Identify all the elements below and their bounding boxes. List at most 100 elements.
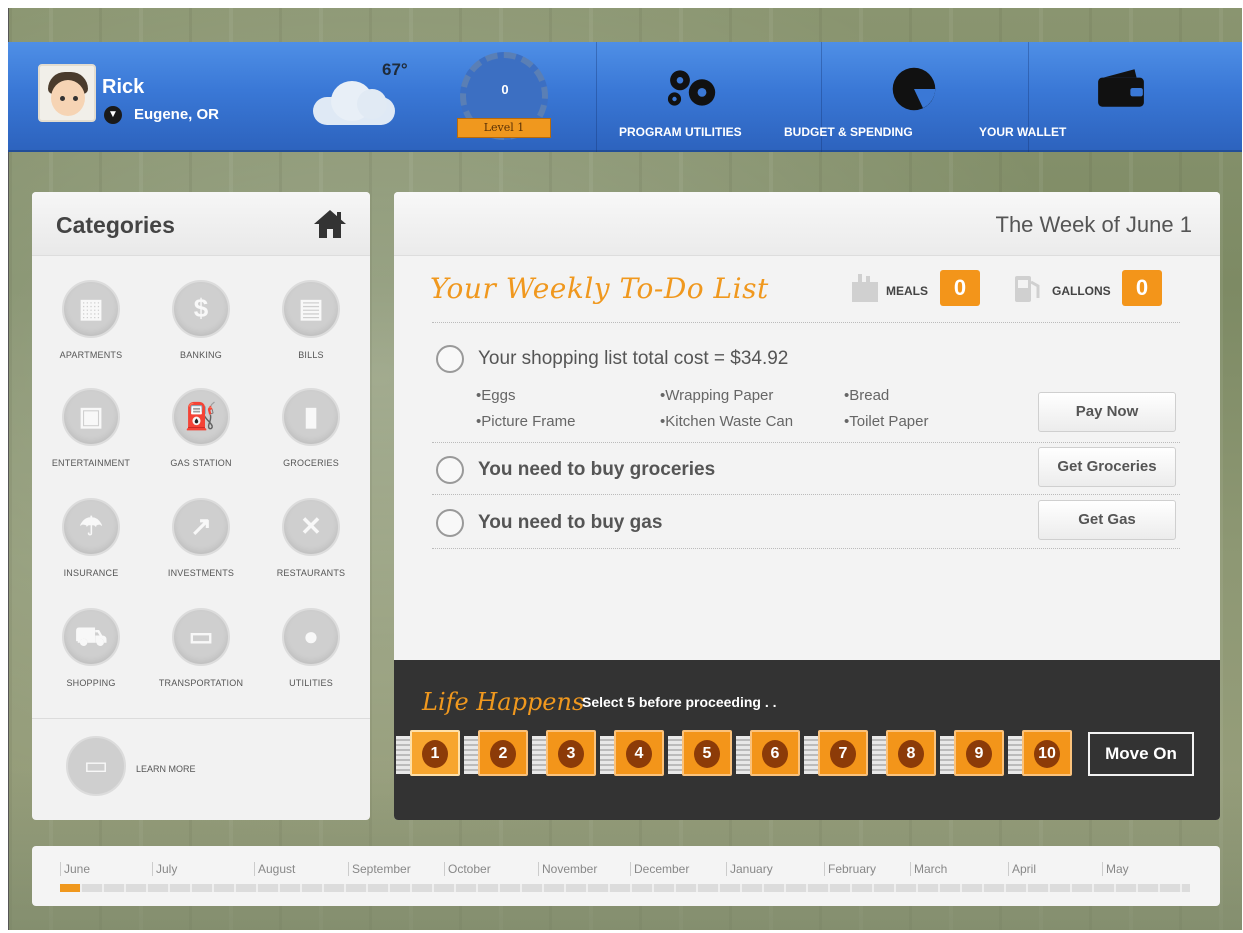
home-icon[interactable] (312, 208, 348, 240)
ticket-number: 2 (490, 740, 516, 768)
groceries-checkbox[interactable] (436, 456, 464, 484)
life-ticket[interactable]: 8 (886, 730, 936, 776)
groceries-icon: ▮ (282, 388, 340, 446)
banking-icon: $ (172, 280, 230, 338)
gallons-counter: GALLONS 0 (1012, 270, 1172, 310)
gas-checkbox[interactable] (436, 509, 464, 537)
life-ticket[interactable]: 6 (750, 730, 800, 776)
category-entertainment[interactable]: ▣ ENTERTAINMENT (36, 388, 146, 488)
meals-counter: MEALS 0 (850, 270, 990, 310)
nav-label: BUDGET & SPENDING (784, 125, 913, 139)
groceries-bag-icon (852, 274, 878, 302)
list-item: •Bread (844, 387, 890, 404)
learn-more-button[interactable]: ▭ LEARN MORE (66, 736, 366, 800)
get-gas-button[interactable]: Get Gas (1038, 500, 1176, 540)
book-icon: ▭ (66, 736, 126, 796)
user-name: Rick (102, 76, 145, 98)
ticket-perforation (804, 736, 818, 774)
ticket-number: 10 (1034, 740, 1060, 768)
ticket-perforation (736, 736, 750, 774)
nav-label: PROGRAM UTILITIES (619, 125, 742, 139)
gas-title: You need to buy gas (478, 512, 663, 533)
utilities-icon: ● (282, 608, 340, 666)
category-groceries[interactable]: ▮ GROCERIES (256, 388, 366, 488)
wallet-icon (1098, 69, 1144, 107)
move-on-button[interactable]: Move On (1088, 732, 1194, 776)
avatar[interactable] (38, 64, 96, 122)
nav-your-wallet[interactable]: YOUR WALLET (979, 42, 1242, 152)
apartments-icon: ▦ (62, 280, 120, 338)
timeline-month[interactable]: March (910, 862, 947, 876)
life-happens-title: Life Happens (422, 688, 585, 716)
life-ticket[interactable]: 2 (478, 730, 528, 776)
ticket-number: 7 (830, 740, 856, 768)
ticket-number: 5 (694, 740, 720, 768)
ticket-number: 9 (966, 740, 992, 768)
gas-station-icon: ⛽ (172, 388, 230, 446)
category-utilities[interactable]: ● UTILITIES (256, 608, 366, 708)
timeline-month[interactable]: December (630, 862, 689, 876)
category-transportation[interactable]: ▭ TRANSPORTATION (146, 608, 256, 708)
category-label: BILLS (298, 350, 324, 360)
life-ticket[interactable]: 3 (546, 730, 596, 776)
gears-icon (667, 70, 716, 106)
timeline-month[interactable]: June (60, 862, 90, 876)
category-investments[interactable]: ↗ INVESTMENTS (146, 498, 256, 598)
get-groceries-button[interactable]: Get Groceries (1038, 447, 1176, 487)
ticket-perforation (940, 736, 954, 774)
life-ticket[interactable]: 4 (614, 730, 664, 776)
life-ticket[interactable]: 5 (682, 730, 732, 776)
category-gas-station[interactable]: ⛽ GAS STATION (146, 388, 256, 488)
ticket-perforation (532, 736, 546, 774)
ticket-perforation (668, 736, 682, 774)
timeline-month[interactable]: September (348, 862, 411, 876)
restaurants-icon: ✕ (282, 498, 340, 556)
life-ticket[interactable]: 7 (818, 730, 868, 776)
timeline-month[interactable]: February (824, 862, 876, 876)
life-ticket[interactable]: 9 (954, 730, 1004, 776)
temperature: 67° (382, 60, 408, 79)
timeline-month[interactable]: November (538, 862, 597, 876)
life-ticket[interactable]: 10 (1022, 730, 1072, 776)
category-restaurants[interactable]: ✕ RESTAURANTS (256, 498, 366, 598)
timeline-progress (60, 884, 81, 892)
list-item: •Picture Frame (476, 413, 576, 430)
timeline-month[interactable]: January (726, 862, 773, 876)
life-tickets: 1 2 3 4 5 6 7 8 9 10 (394, 730, 1084, 782)
level-badge: Level 1 (457, 118, 551, 138)
ticket-number: 8 (898, 740, 924, 768)
ticket-number: 1 (422, 740, 448, 768)
timeline-month[interactable]: October (444, 862, 491, 876)
category-bills[interactable]: ▤ BILLS (256, 280, 366, 380)
category-label: TRANSPORTATION (158, 678, 244, 688)
location-chevron-icon[interactable]: ▼ (104, 106, 122, 124)
pay-now-button[interactable]: Pay Now (1038, 392, 1176, 432)
category-insurance[interactable]: ☂ INSURANCE (36, 498, 146, 598)
ticket-number: 6 (762, 740, 788, 768)
learn-more-label: LEARN MORE (136, 764, 196, 774)
list-item: •Eggs (476, 387, 516, 404)
life-ticket[interactable]: 1 (410, 730, 460, 776)
gallons-label: GALLONS (1052, 284, 1111, 298)
timeline-month[interactable]: August (254, 862, 295, 876)
top-bar: Rick ▼ Eugene, OR 67° 0 Level 1 PROGRAM … (8, 42, 1242, 152)
meals-value: 0 (940, 270, 980, 306)
category-shopping[interactable]: ⛟ SHOPPING (36, 608, 146, 708)
category-label: UTILITIES (289, 678, 333, 688)
category-label: INVESTMENTS (167, 568, 235, 578)
todo-panel: The Week of June 1 Your Weekly To-Do Lis… (394, 192, 1220, 820)
shopping-icon: ⛟ (62, 608, 120, 666)
timeline-month[interactable]: July (152, 862, 177, 876)
category-banking[interactable]: $ BANKING (146, 280, 256, 380)
timeline-track (60, 884, 1190, 892)
shopping-checkbox[interactable] (436, 345, 464, 373)
gallons-value: 0 (1122, 270, 1162, 306)
pie-chart-icon (892, 67, 936, 111)
insurance-icon: ☂ (62, 498, 120, 556)
ticket-perforation (600, 736, 614, 774)
categories-panel: Categories ▦ APARTMENTS $ BANKING ▤ BILLS ▣ ENT… (32, 192, 370, 820)
ticket-perforation (1008, 736, 1022, 774)
category-apartments[interactable]: ▦ APARTMENTS (36, 280, 146, 380)
timeline-month[interactable]: April (1008, 862, 1036, 876)
timeline-month[interactable]: May (1102, 862, 1129, 876)
